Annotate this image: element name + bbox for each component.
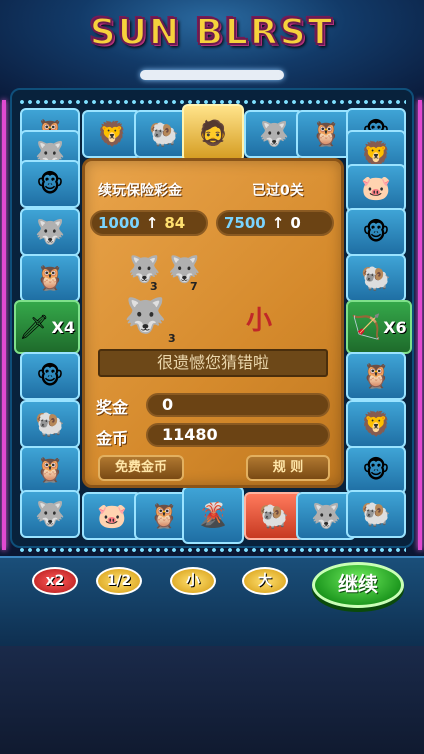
ram-icon: 🐏 [361,500,391,528]
bow-icon: 🏹 [351,313,382,341]
tile-lion: 🦁 [82,110,142,158]
hero-icon: 🧔 [198,119,228,147]
tile-owl: 🦉 [346,352,406,400]
tile-wolf: 🐺 [20,208,80,256]
monkey-icon: 🐵 [362,456,390,484]
right-score-pill: 7500 ↑ 0 [216,210,334,236]
right-neon-strip [418,100,422,550]
wolf-icon: 🐺 [124,296,167,336]
free-coins-button[interactable]: 免费金币 [98,455,184,481]
tile-owl: 🦉 [20,254,80,302]
ram-icon: 🐏 [35,410,65,438]
bonus-value: 0 [146,393,330,417]
result-text: 小 [246,306,273,336]
mini-count: 3 [168,332,176,345]
double-button[interactable]: x2 [32,567,78,595]
half-button[interactable]: 1/2 [96,567,142,595]
tile-ram: 🐏 [346,254,406,302]
tile-ram-highlight: 🐏 [244,492,304,540]
bonus-label: 奖金 [96,398,129,417]
tile-ram: 🐏 [20,400,80,448]
tile-sword-multiplier: 🗡 X4 [14,300,80,354]
game-title: SUN BLRST [89,11,335,54]
bottom-light-dots [18,548,406,552]
mini-count: 7 [190,280,198,293]
coins-value: 11480 [146,423,330,447]
owl-icon: 🦉 [361,362,391,390]
mini-count: 3 [150,280,158,293]
left-neon-strip [2,100,6,550]
result-message: 很遗憾您猜错啦 [98,349,328,377]
ram-icon: 🐏 [259,502,289,530]
up-arrow-icon: ↑ [271,214,285,232]
wolf-icon: 🐺 [35,218,65,246]
tile-bow-multiplier: 🏹 X6 [346,300,412,354]
ram-icon: 🐏 [361,264,391,292]
rules-button[interactable]: 规 则 [246,455,330,481]
continue-bonus-label: 续玩保险彩金 [98,183,182,199]
tile-owl: 🦉 [20,446,80,494]
ram-icon: 🐏 [149,120,179,148]
right-pill-value: 7500 [224,214,266,232]
coins-label: 金币 [96,429,129,448]
small-button[interactable]: 小 [170,567,216,595]
left-pill-value: 1000 [98,214,140,232]
tile-wolf: 🐺 [20,490,80,538]
tile-monkey: 🐵 [20,352,80,400]
pig-icon: 🐷 [361,174,391,202]
owl-icon: 🦉 [149,502,179,530]
lion-icon: 🦁 [361,410,391,438]
sword-icon: 🗡 [19,313,50,341]
big-button[interactable]: 大 [242,567,288,595]
wolf-icon: 🐺 [311,502,341,530]
owl-icon: 🦉 [35,264,65,292]
tile-lion: 🦁 [346,400,406,448]
left-pill-increment: 84 [164,214,186,232]
title-light-bar [140,70,284,80]
tile-ram: 🐏 [346,490,406,538]
owl-icon: 🦉 [311,120,341,148]
owl-icon: 🦉 [35,456,65,484]
monkey-icon: 🐵 [36,170,64,198]
tile-pig: 🐷 [82,492,142,540]
levels-passed-label: 已过0关 [252,183,304,199]
continue-button[interactable]: 继续 [312,562,404,608]
tile-monkey: 🐵 [346,208,406,256]
left-multiplier: X4 [51,317,75,337]
tile-volcano: 🌋 [182,486,244,544]
wolf-icon: 🐺 [259,120,289,148]
volcano-icon: 🌋 [198,501,228,529]
lion-icon: 🦁 [97,120,127,148]
tile-pig: 🐷 [346,164,406,212]
left-score-pill: 1000 ↑ 84 [90,210,208,236]
monkey-icon: 🐵 [362,218,390,246]
pig-icon: 🐷 [97,502,127,530]
monkey-icon: 🐵 [36,362,64,390]
wolf-icon: 🐺 [35,500,65,528]
lion-icon: 🦁 [361,140,391,168]
right-multiplier: X6 [383,317,407,337]
tile-hero: 🧔 [182,104,244,162]
bottom-panel [0,646,424,754]
up-arrow-icon: ↑ [145,214,159,232]
tile-wolf: 🐺 [244,110,304,158]
right-pill-increment: 0 [290,214,301,232]
tile-monkey: 🐵 [346,446,406,494]
tile-monkey: 🐵 [20,160,80,208]
